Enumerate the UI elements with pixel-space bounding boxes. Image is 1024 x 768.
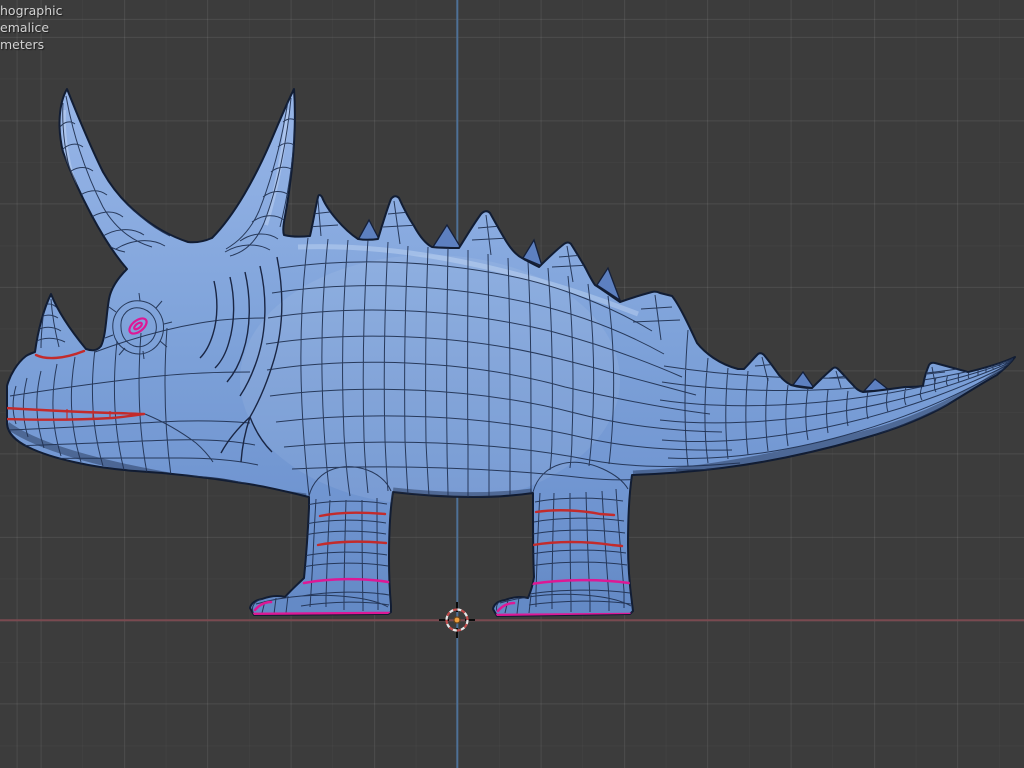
dinosaur-model[interactable] [5, 88, 1016, 617]
3d-viewport[interactable]: hographic emalice meters [0, 0, 1024, 768]
3d-cursor[interactable] [439, 602, 475, 638]
cursor-center-dot [453, 616, 461, 624]
viewport-canvas[interactable] [0, 0, 1024, 768]
